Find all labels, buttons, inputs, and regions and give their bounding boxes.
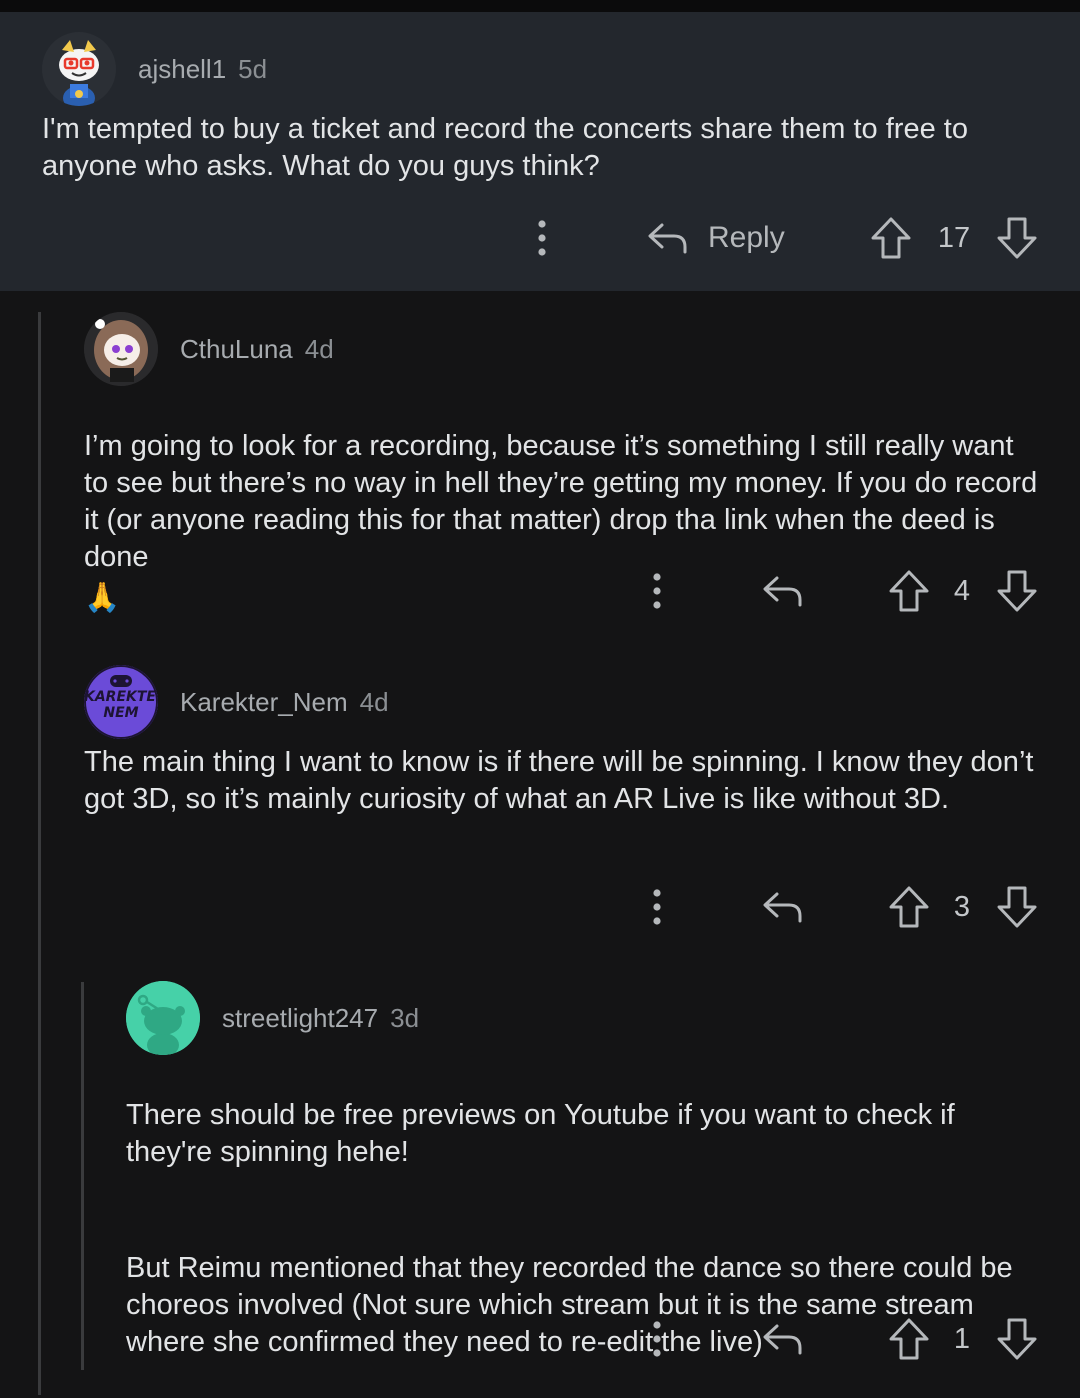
vote-score: 17 — [937, 221, 971, 254]
thread-line-level-1 — [38, 312, 41, 1395]
user-avatar[interactable] — [126, 981, 200, 1055]
more-vertical-icon — [653, 573, 661, 609]
user-avatar[interactable]: KAREKTER NEM — [84, 665, 158, 739]
thread-line-level-2 — [81, 982, 84, 1370]
downvote-button[interactable] — [994, 213, 1040, 263]
comment-karekter-nem: KAREKTER NEM Karekter_Nem 4d The main th… — [84, 664, 1044, 864]
comment-username[interactable]: streetlight247 — [222, 1003, 378, 1034]
user-avatar[interactable] — [42, 32, 116, 106]
downvote-button[interactable] — [994, 882, 1040, 932]
downvote-button[interactable] — [994, 566, 1040, 616]
downvote-arrow-icon — [997, 217, 1037, 259]
comment-header: KAREKTER NEM Karekter_Nem 4d — [84, 664, 389, 740]
comment-cthuluna: CthuLuna 4d I’m going to look for a reco… — [84, 311, 1044, 614]
vote-score: 3 — [953, 890, 971, 923]
downvote-arrow-icon — [997, 1318, 1037, 1360]
reply-arrow-icon — [763, 1324, 802, 1355]
comment-body: The main thing I want to know is if ther… — [84, 746, 1034, 815]
reply-arrow-icon — [763, 576, 802, 607]
comment-paragraph: There should be free previews on Youtube… — [126, 1099, 955, 1168]
reply-button[interactable] — [761, 882, 803, 932]
comment-age: 4d — [304, 333, 334, 364]
snoo-avatar-icon — [84, 312, 158, 386]
downvote-arrow-icon — [997, 886, 1037, 928]
more-options-button[interactable] — [637, 882, 677, 932]
vote-score: 1 — [953, 1322, 971, 1355]
upvote-arrow-icon — [889, 886, 929, 928]
reply-arrow-icon — [648, 223, 687, 254]
comment-body: I'm tempted to buy a ticket and record t… — [42, 113, 968, 182]
comment-age: 4d — [359, 686, 389, 717]
more-vertical-icon — [653, 1321, 661, 1357]
upvote-button[interactable] — [886, 1314, 932, 1364]
comment-username[interactable]: ajshell1 — [138, 54, 226, 85]
comment-username[interactable]: CthuLuna — [180, 334, 293, 365]
comment-streetlight247: streetlight247 3d There should be free p… — [126, 980, 1046, 1358]
comment-username[interactable]: Karekter_Nem — [180, 687, 348, 718]
more-options-button[interactable] — [637, 566, 677, 616]
upvote-arrow-icon — [871, 217, 911, 259]
snoo-avatar-icon — [42, 32, 116, 106]
reply-button[interactable] — [761, 1314, 803, 1364]
upvote-arrow-icon — [889, 570, 929, 612]
status-bar-strip — [0, 0, 1080, 12]
avatar-text: KAREKTER NEM — [84, 689, 158, 721]
reply-arrow-icon — [763, 892, 802, 923]
more-options-button[interactable] — [522, 213, 562, 263]
reply-button[interactable] — [761, 566, 803, 616]
comment-actions: Reply 17 — [0, 213, 1080, 263]
comment-age: 3d — [390, 1002, 420, 1033]
upvote-button[interactable] — [886, 882, 932, 932]
user-avatar[interactable] — [84, 312, 158, 386]
downvote-button[interactable] — [994, 1314, 1040, 1364]
more-vertical-icon — [538, 220, 546, 256]
comment-header: streetlight247 3d — [126, 980, 419, 1056]
comment-actions: 4 — [0, 566, 1080, 616]
upvote-arrow-icon — [889, 1318, 929, 1360]
reply-button[interactable]: Reply — [646, 213, 785, 263]
vote-score: 4 — [953, 574, 971, 607]
downvote-arrow-icon — [997, 570, 1037, 612]
reply-label: Reply — [708, 221, 785, 254]
upvote-button[interactable] — [868, 213, 914, 263]
comment-actions: 1 — [0, 1314, 1080, 1364]
comment-actions: 3 — [0, 882, 1080, 932]
more-vertical-icon — [653, 889, 661, 925]
comment-age: 5d — [238, 53, 268, 84]
comment-header: ajshell1 5d — [42, 31, 267, 107]
more-options-button[interactable] — [637, 1314, 677, 1364]
comment-header: CthuLuna 4d — [84, 311, 334, 387]
comment-text: I’m going to look for a recording, becau… — [84, 430, 1038, 573]
snoo-avatar-icon — [126, 981, 200, 1055]
upvote-button[interactable] — [886, 566, 932, 616]
